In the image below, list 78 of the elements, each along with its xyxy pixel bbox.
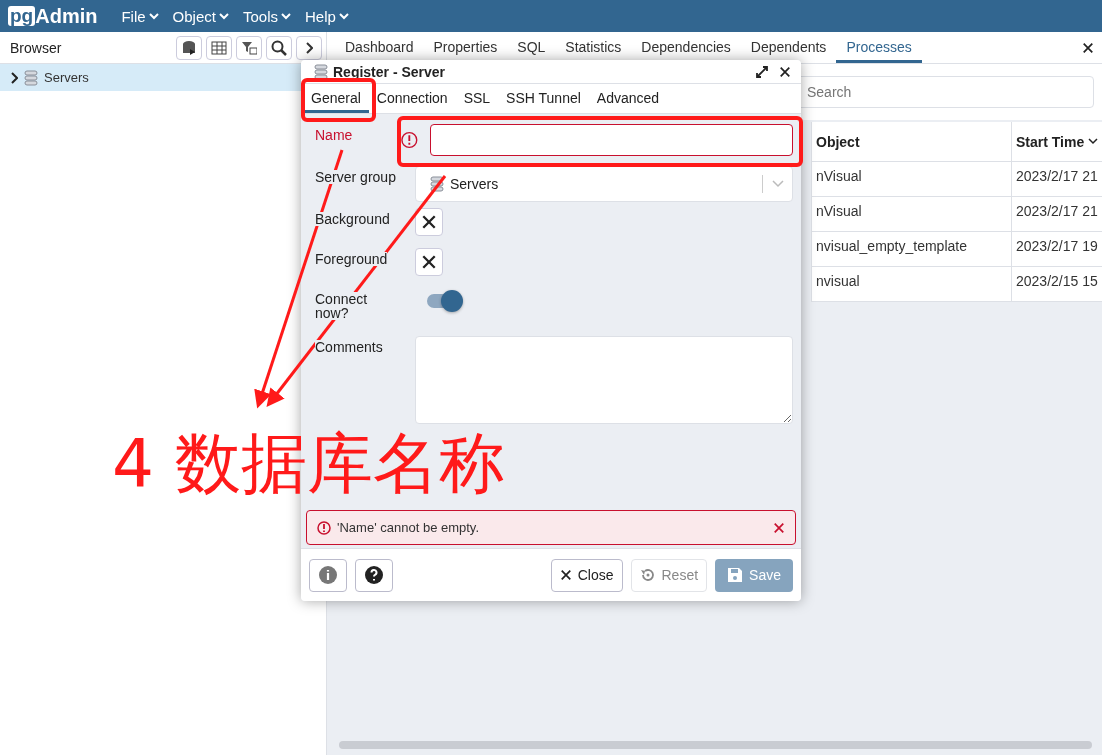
- table-cell: nvisual_empty_template: [811, 232, 1011, 267]
- panel-tab[interactable]: Statistics: [555, 33, 632, 63]
- panel-title: Browser: [10, 39, 62, 56]
- table-button[interactable]: [206, 35, 232, 60]
- panel-tab[interactable]: Dependencies: [631, 33, 741, 63]
- dialog-tab[interactable]: SSL: [455, 84, 499, 113]
- database-icon: [182, 39, 196, 56]
- annotation-text: 4 数据库名称: [112, 428, 505, 501]
- close-icon: [421, 254, 437, 270]
- chevron-right-icon: [10, 71, 18, 84]
- close-icon: [1082, 41, 1094, 54]
- menu-item[interactable]: Tools: [242, 7, 291, 25]
- dialog-tab[interactable]: SSH Tunnel: [498, 84, 589, 113]
- field-label: Name: [315, 128, 353, 142]
- help-button[interactable]: [355, 558, 393, 592]
- table-icon: [211, 40, 227, 55]
- info-icon: [318, 565, 338, 585]
- color-picker-button[interactable]: [415, 208, 443, 236]
- filter-button[interactable]: [236, 35, 262, 60]
- more-button[interactable]: [296, 35, 322, 60]
- server-icon: [24, 69, 38, 86]
- name-input[interactable]: [429, 124, 793, 156]
- error-message: 'Name' cannot be empty.: [337, 520, 480, 535]
- field-label: Background: [315, 212, 390, 226]
- close-icon: [773, 521, 785, 534]
- table-cell: 2023/2/17 21: [1011, 197, 1102, 232]
- chevron-icon: [771, 180, 784, 188]
- table-cell: nvisual: [811, 267, 1011, 302]
- close-icon: [421, 214, 437, 230]
- toggle-switch[interactable]: [425, 290, 463, 312]
- table-cell: 2023/2/15 15: [1011, 267, 1102, 302]
- maximize-icon[interactable]: [755, 64, 769, 79]
- logo-text: Admin: [35, 4, 98, 28]
- logo-mark: pg: [8, 6, 36, 26]
- close-icon: [559, 569, 572, 581]
- close-icon: [779, 65, 791, 78]
- help-icon: [364, 565, 384, 585]
- query-tool-button[interactable]: [176, 35, 202, 60]
- dialog-tab[interactable]: Advanced: [588, 84, 668, 113]
- field-label: Foreground: [315, 252, 388, 266]
- panel-tab[interactable]: SQL: [507, 33, 556, 63]
- panel-tab[interactable]: Dashboard: [335, 33, 424, 63]
- close-dialog-button[interactable]: Close: [550, 558, 623, 592]
- server-group-select[interactable]: Servers: [415, 166, 793, 202]
- caret-icon: [338, 12, 349, 20]
- filter-icon: [241, 40, 257, 55]
- menu-item[interactable]: Help: [305, 7, 349, 25]
- close-button[interactable]: [1082, 41, 1094, 54]
- error-icon: [317, 520, 331, 535]
- dialog-tab[interactable]: Connection: [368, 84, 456, 113]
- caret-icon: [218, 12, 229, 20]
- search-button[interactable]: [266, 35, 292, 60]
- table-cell: nVisual: [811, 162, 1011, 197]
- menu-item[interactable]: File: [121, 7, 159, 25]
- panel-tab[interactable]: Properties: [423, 33, 508, 63]
- search-icon: [271, 39, 287, 56]
- table-cell: nVisual: [811, 197, 1011, 232]
- field-label: Server group: [315, 170, 396, 184]
- server-icon: [430, 176, 444, 192]
- field-label: Comments: [315, 340, 383, 354]
- panel-tab[interactable]: Dependents: [740, 33, 837, 63]
- dialog-tab[interactable]: General: [303, 84, 369, 113]
- caret-icon: [148, 12, 159, 20]
- column-header[interactable]: Start Time: [1011, 122, 1102, 162]
- dialog-title: Register - Server: [333, 63, 446, 80]
- table-cell: 2023/2/17 19: [1011, 232, 1102, 267]
- table-cell: 2023/2/17 21: [1011, 162, 1102, 197]
- chevron-right-icon: [305, 41, 313, 54]
- scrollbar[interactable]: [339, 741, 1092, 749]
- info-button[interactable]: [309, 558, 347, 592]
- color-picker-button[interactable]: [415, 248, 443, 276]
- reset-icon: [639, 567, 656, 583]
- error-icon: [401, 131, 418, 149]
- save-icon: [727, 567, 744, 583]
- column-header[interactable]: Object: [811, 122, 1011, 162]
- caret-icon: [281, 12, 291, 20]
- menu-item[interactable]: Object: [172, 7, 229, 25]
- server-icon: [314, 63, 328, 80]
